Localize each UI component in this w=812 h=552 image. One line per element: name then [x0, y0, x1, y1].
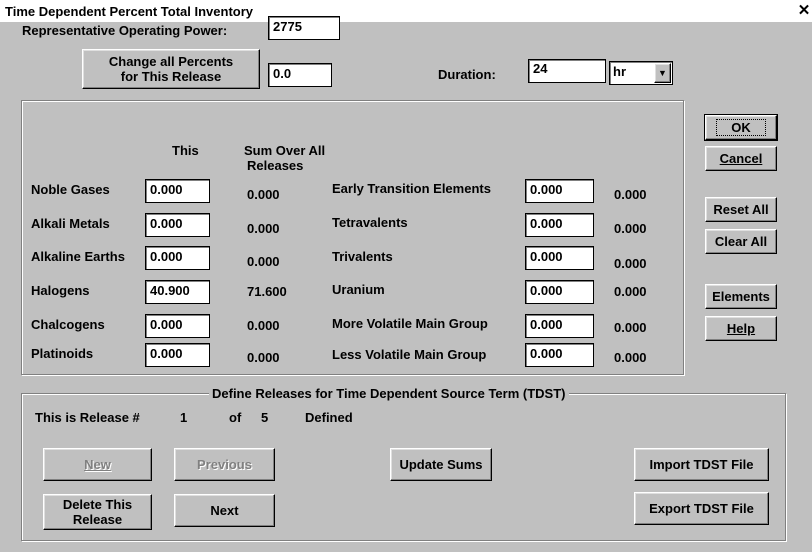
new-release-button-label: New: [84, 457, 111, 472]
help-button[interactable]: Help: [705, 316, 777, 341]
operating-power-label: Representative Operating Power:: [22, 23, 228, 38]
release-total-number: 5: [261, 410, 269, 425]
update-sums-button[interactable]: Update Sums: [390, 448, 492, 481]
delete-release-line2: Release: [72, 512, 123, 527]
sum-less-volatile-main-group: 0.000: [614, 350, 647, 365]
clear-all-button[interactable]: Clear All: [705, 229, 777, 254]
sum-tetravalents: 0.000: [614, 221, 647, 236]
sum-more-volatile-main-group: 0.000: [614, 320, 647, 335]
sum-noble-gases: 0.000: [247, 187, 280, 202]
cancel-button-label: Cancel: [719, 151, 763, 166]
release-status-prefix: This is Release #: [35, 410, 140, 425]
export-tdst-button-label: Export TDST File: [649, 501, 754, 516]
input-tetravalents[interactable]: 0.000: [525, 213, 594, 237]
title-bar: Time Dependent Percent Total Inventory ✕: [0, 0, 812, 22]
sum-trivalents: 0.000: [614, 256, 647, 271]
label-tetravalents: Tetravalents: [332, 215, 408, 230]
input-alkaline-earths[interactable]: 0.000: [145, 246, 210, 270]
input-early-transition[interactable]: 0.000: [525, 179, 594, 203]
change-all-percents-line2: for This Release: [120, 69, 222, 84]
input-trivalents[interactable]: 0.000: [525, 246, 594, 270]
input-platinoids[interactable]: 0.000: [145, 343, 210, 367]
clear-all-button-label: Clear All: [714, 234, 768, 249]
sum-uranium: 0.000: [614, 284, 647, 299]
import-tdst-button[interactable]: Import TDST File: [634, 448, 769, 481]
next-release-button[interactable]: Next: [174, 494, 275, 527]
label-halogens: Halogens: [31, 283, 90, 298]
sum-alkaline-earths: 0.000: [247, 254, 280, 269]
delete-release-button[interactable]: Delete This Release: [43, 494, 152, 530]
column-header-this: This: [172, 143, 199, 158]
release-defined-label: Defined: [305, 410, 353, 425]
change-percent-input[interactable]: 0.0: [268, 63, 332, 87]
sum-halogens: 71.600: [247, 284, 287, 299]
close-icon[interactable]: ✕: [796, 3, 812, 20]
column-header-sum-line2: Releases: [247, 158, 304, 173]
chevron-down-icon[interactable]: ▼: [654, 63, 671, 83]
releases-group-title: Define Releases for Time Dependent Sourc…: [209, 386, 569, 402]
label-more-volatile-main-group: More Volatile Main Group: [332, 316, 488, 331]
input-less-volatile-main-group[interactable]: 0.000: [525, 343, 594, 367]
label-early-transition: Early Transition Elements: [332, 181, 491, 196]
label-alkali-metals: Alkali Metals: [31, 216, 110, 231]
previous-release-button[interactable]: Previous: [174, 448, 275, 481]
sum-chalcogens: 0.000: [247, 318, 280, 333]
next-release-button-label: Next: [210, 503, 239, 518]
label-trivalents: Trivalents: [332, 249, 393, 264]
dialog-window: Time Dependent Percent Total Inventory ✕…: [0, 0, 812, 552]
previous-release-button-label: Previous: [197, 457, 252, 472]
new-release-button[interactable]: New: [43, 448, 152, 481]
input-halogens[interactable]: 40.900: [145, 280, 210, 304]
cancel-button[interactable]: Cancel: [705, 146, 777, 171]
input-chalcogens[interactable]: 0.000: [145, 314, 210, 338]
operating-power-input[interactable]: 2775: [268, 16, 340, 40]
export-tdst-button[interactable]: Export TDST File: [634, 492, 769, 525]
label-less-volatile-main-group: Less Volatile Main Group: [332, 347, 487, 362]
label-alkaline-earths: Alkaline Earths: [31, 249, 125, 264]
update-sums-button-label: Update Sums: [399, 457, 483, 472]
duration-input[interactable]: 24: [528, 59, 606, 83]
duration-unit-select[interactable]: hr ▼: [609, 61, 673, 85]
release-of-label: of: [229, 410, 242, 425]
window-title: Time Dependent Percent Total Inventory: [5, 4, 254, 19]
label-chalcogens: Chalcogens: [31, 317, 105, 332]
duration-label: Duration:: [438, 67, 496, 82]
ok-button-label: OK: [716, 119, 766, 136]
label-platinoids: Platinoids: [31, 346, 94, 361]
elements-button-label: Elements: [712, 289, 770, 304]
input-more-volatile-main-group[interactable]: 0.000: [525, 314, 594, 338]
delete-release-line1: Delete This: [62, 497, 133, 512]
change-all-percents-line1: Change all Percents: [108, 54, 234, 69]
change-all-percents-button[interactable]: Change all Percents for This Release: [82, 49, 260, 89]
input-uranium[interactable]: 0.000: [525, 280, 594, 304]
reset-all-button[interactable]: Reset All: [705, 197, 777, 222]
elements-button[interactable]: Elements: [705, 284, 777, 309]
sum-alkali-metals: 0.000: [247, 221, 280, 236]
duration-unit-value: hr: [613, 64, 626, 79]
sum-early-transition: 0.000: [614, 187, 647, 202]
input-noble-gases[interactable]: 0.000: [145, 179, 210, 203]
label-uranium: Uranium: [332, 282, 385, 297]
import-tdst-button-label: Import TDST File: [649, 457, 754, 472]
release-current-number: 1: [180, 410, 188, 425]
sum-platinoids: 0.000: [247, 350, 280, 365]
ok-button[interactable]: OK: [704, 114, 778, 141]
label-noble-gases: Noble Gases: [31, 182, 110, 197]
input-alkali-metals[interactable]: 0.000: [145, 213, 210, 237]
column-header-sum-line1: Sum Over All: [244, 143, 326, 158]
help-button-label: Help: [726, 321, 756, 336]
reset-all-button-label: Reset All: [713, 202, 769, 217]
